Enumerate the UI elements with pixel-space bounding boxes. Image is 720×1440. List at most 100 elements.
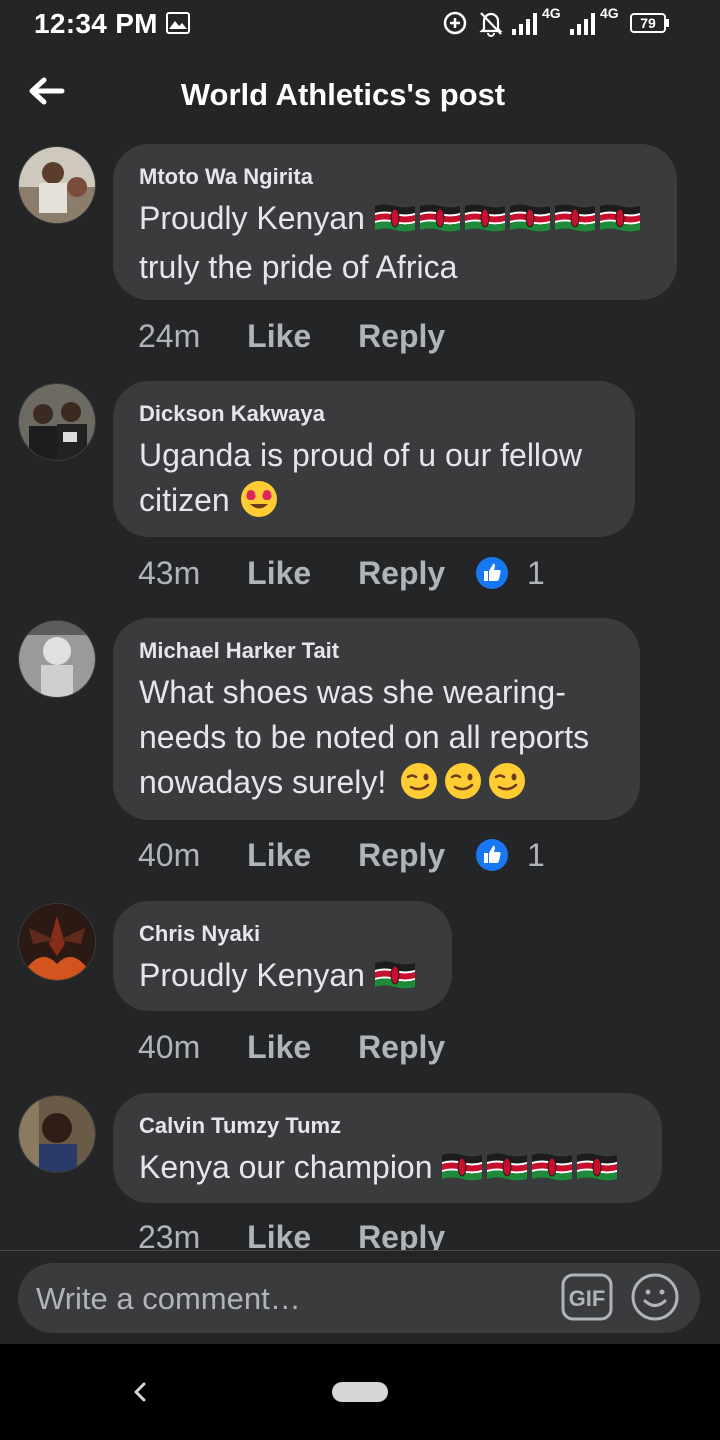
comment-text-line: Proudly Kenyan: [139, 200, 365, 236]
comment-author[interactable]: Chris Nyaki: [139, 921, 426, 947]
wink-emoji-icon: [401, 763, 438, 799]
comment-composer: GIF: [18, 1263, 700, 1335]
kenya-flag-icon: [577, 1153, 618, 1181]
wink-emojis: [395, 763, 527, 800]
gif-icon[interactable]: GIF: [561, 1273, 613, 1321]
comment: Michael Harker Tait What shoes was she w…: [0, 618, 720, 878]
reply-button[interactable]: Reply: [358, 1029, 445, 1066]
kenya-flag-icon: [464, 204, 505, 232]
comment-input[interactable]: [34, 1263, 558, 1335]
notifications-off-icon: [479, 12, 503, 37]
nav-home-button[interactable]: [332, 1382, 388, 1402]
comment-actions: 23m Like Reply: [138, 1219, 445, 1250]
comment-text: Proudly Kenyan: [139, 953, 426, 1002]
comment-author[interactable]: Dickson Kakwaya: [139, 401, 609, 427]
comment-author[interactable]: Calvin Tumzy Tumz: [139, 1113, 636, 1139]
system-nav-bar: [0, 1344, 720, 1440]
comments-list: Mtoto Wa Ngirita Proudly Kenyan truly th…: [0, 144, 720, 1250]
comment-text-line: truly the pride of Africa: [139, 249, 458, 285]
avatar[interactable]: [18, 620, 96, 698]
comment-text: Uganda is proud of u our fellow citizen: [139, 433, 609, 523]
comment-text: Proudly Kenyan truly the pride of Africa: [139, 196, 651, 290]
comment-time: 24m: [138, 318, 201, 354]
reaction-count: 1: [526, 837, 545, 873]
comment: Mtoto Wa Ngirita Proudly Kenyan truly th…: [0, 144, 720, 359]
comment: Calvin Tumzy Tumz Kenya our champion 23m…: [0, 1093, 720, 1250]
status-time: 12:34 PM: [34, 8, 158, 39]
comment-bubble: Dickson Kakwaya Uganda is proud of u our…: [113, 381, 635, 537]
kenya-flag-icon: [509, 204, 550, 232]
comment-bubble: Chris Nyaki Proudly Kenyan: [113, 901, 452, 1011]
avatar[interactable]: [18, 146, 96, 224]
signal-strength-icon-1: [512, 13, 537, 35]
gallery-notification-icon: [166, 12, 190, 34]
kenya-flag-icon: [487, 1153, 528, 1181]
emoji-picker-icon[interactable]: [630, 1272, 680, 1322]
like-button[interactable]: Like: [247, 1219, 311, 1250]
like-button[interactable]: Like: [247, 318, 311, 355]
comment-text-line: What shoes was she wearing-: [139, 674, 566, 710]
page-title: World Athletics's post: [180, 77, 506, 112]
like-button[interactable]: Like: [247, 837, 311, 874]
kenya-flag-icon: [374, 961, 415, 989]
comment-text: What shoes was she wearing- needs to be …: [139, 670, 614, 805]
kenya-flag-icon: [374, 204, 415, 232]
kenya-flag-icon: [419, 204, 460, 232]
wink-emoji-icon: [489, 763, 526, 799]
comment: Dickson Kakwaya Uganda is proud of u our…: [0, 381, 720, 596]
reply-button[interactable]: Reply: [358, 837, 445, 874]
kenya-flag-emojis: [374, 200, 644, 245]
battery-tip: [666, 19, 669, 27]
kenya-flag-icon: [554, 204, 595, 232]
comment-text-line: Kenya our champion: [139, 1149, 433, 1185]
comment-text-line: Uganda is proud of u our fellow: [139, 437, 582, 473]
comment-actions: 40m Like Reply 1: [138, 837, 545, 874]
comment-time: 40m: [138, 1029, 201, 1065]
reaction-count: 1: [526, 555, 545, 591]
composer-divider: [0, 1250, 720, 1251]
data-saver-icon: [443, 11, 467, 35]
like-reaction-icon: [476, 839, 509, 871]
comment-bubble: Calvin Tumzy Tumz Kenya our champion: [113, 1093, 662, 1203]
kenya-flag-icon: [532, 1153, 573, 1181]
like-reaction-icon: [476, 557, 509, 589]
heart-eyes-emoji-icon: [240, 481, 277, 517]
kenya-flag-icon: [442, 1153, 483, 1181]
comment-author[interactable]: Michael Harker Tait: [139, 638, 614, 664]
kenya-flag-emojis: [374, 957, 419, 1002]
network-type-2: 4G: [600, 5, 619, 21]
gif-label: GIF: [569, 1286, 606, 1311]
avatar[interactable]: [18, 1095, 96, 1173]
comment-bubble: Michael Harker Tait What shoes was she w…: [113, 618, 640, 820]
comment-text-line: needs to be noted on all reports: [139, 719, 590, 755]
like-button[interactable]: Like: [247, 1029, 311, 1066]
avatar[interactable]: [18, 383, 96, 461]
avatar[interactable]: [18, 903, 96, 981]
comment-text-line: Proudly Kenyan: [139, 957, 365, 993]
like-button[interactable]: Like: [247, 555, 311, 592]
screen: 12:34 PM 4G 4G 79 World Athletics's post…: [0, 0, 720, 1440]
reaction-summary[interactable]: 1: [476, 555, 545, 592]
reply-button[interactable]: Reply: [358, 318, 445, 355]
battery-icon: 79: [630, 13, 666, 33]
comment-author[interactable]: Mtoto Wa Ngirita: [139, 164, 651, 190]
comment-actions: 24m Like Reply: [138, 318, 445, 355]
comment-text-line: citizen: [139, 482, 230, 518]
reaction-summary[interactable]: 1: [476, 837, 545, 874]
kenya-flag-emojis: [441, 1149, 621, 1194]
status-bar: 12:34 PM 4G 4G 79: [0, 0, 720, 50]
comment-time: 43m: [138, 555, 201, 591]
comment-text-line: nowadays surely!: [139, 764, 387, 800]
comment: Chris Nyaki Proudly Kenyan 40m Like Repl…: [0, 901, 720, 1071]
comment-bubble: Mtoto Wa Ngirita Proudly Kenyan truly th…: [113, 144, 677, 300]
comment-time: 23m: [138, 1219, 201, 1250]
signal-strength-icon-2: [570, 13, 595, 35]
wink-emoji-icon: [445, 763, 482, 799]
kenya-flag-icon: [599, 204, 640, 232]
reply-button[interactable]: Reply: [358, 555, 445, 592]
reply-button[interactable]: Reply: [358, 1219, 445, 1250]
nav-back-icon[interactable]: [126, 1374, 154, 1410]
comment-time: 40m: [138, 837, 201, 873]
post-header: World Athletics's post: [0, 52, 720, 140]
network-type-1: 4G: [542, 5, 561, 21]
